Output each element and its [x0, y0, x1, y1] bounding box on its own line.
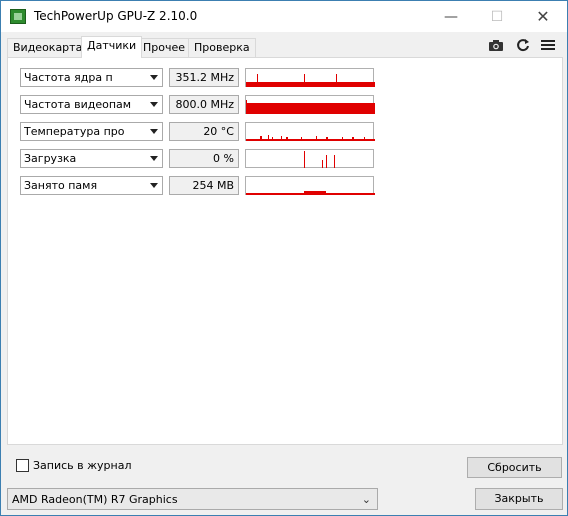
tab-graphics-card[interactable]: Видеокарта [7, 38, 89, 57]
sensor-graph [245, 122, 375, 141]
reset-button[interactable]: Сбросить [467, 457, 562, 478]
title-bar: TechPowerUp GPU-Z 2.10.0 — ☐ ✕ [1, 1, 567, 32]
log-to-file-label: Запись в журнал [33, 459, 132, 472]
sensor-label: Частота видеопам [24, 98, 132, 111]
maximize-button[interactable]: ☐ [474, 1, 520, 32]
gpuz-window: TechPowerUp GPU-Z 2.10.0 — ☐ ✕ Видеокарт… [0, 0, 568, 516]
sensor-select-core-clock[interactable]: Частота ядра п [20, 68, 163, 87]
sensor-value: 351.2 MHz [169, 68, 239, 87]
minimize-icon: — [444, 8, 458, 25]
sensor-value: 800.0 MHz [169, 95, 239, 114]
dropdown-arrow-icon [150, 129, 158, 134]
sensor-graph [245, 176, 375, 195]
sensor-label: Частота ядра п [24, 71, 113, 84]
sensor-value: 0 % [169, 149, 239, 168]
close-icon: ✕ [536, 7, 550, 26]
window-title: TechPowerUp GPU-Z 2.10.0 [34, 9, 198, 23]
sensor-row-gpu-temperature: Температура про 20 °C [20, 122, 375, 141]
tab-strip: Видеокарта Датчики Прочее Проверка [7, 36, 563, 58]
maximize-icon: ☐ [490, 8, 504, 25]
refresh-icon[interactable] [514, 37, 532, 53]
dropdown-arrow-icon [150, 75, 158, 80]
sensor-select-memory-used[interactable]: Занято памя [20, 176, 163, 195]
chevron-down-icon: ⌄ [361, 493, 371, 506]
sensor-value: 254 MB [169, 176, 239, 195]
tab-advanced[interactable]: Прочее [137, 38, 192, 57]
dropdown-arrow-icon [150, 102, 158, 107]
sensor-label: Загрузка [24, 152, 77, 165]
close-button[interactable]: Закрыть [475, 488, 563, 510]
gpuz-app-icon [10, 9, 26, 24]
sensor-graph-svg [304, 151, 335, 168]
sensor-label: Занято памя [24, 179, 98, 192]
camera-icon[interactable] [487, 37, 505, 53]
gpu-select-value: AMD Radeon(TM) R7 Graphics [12, 493, 178, 506]
sensor-graph [245, 149, 374, 168]
sensor-value: 20 °C [169, 122, 239, 141]
sensor-graph-svg [246, 74, 375, 87]
hamburger-menu-icon[interactable] [539, 37, 557, 53]
minimize-button[interactable]: — [428, 1, 474, 32]
sensor-graph-svg [246, 191, 375, 195]
sensor-select-gpu-load[interactable]: Загрузка [20, 149, 163, 168]
sensors-panel: Частота ядра п 351.2 MHz Частота видеопа… [7, 57, 563, 445]
dropdown-arrow-icon [150, 156, 158, 161]
sensor-select-gpu-temperature[interactable]: Температура про [20, 122, 163, 141]
sensor-graph-svg [246, 100, 375, 114]
sensor-select-memory-clock[interactable]: Частота видеопам [20, 95, 163, 114]
sensor-row-core-clock: Частота ядра п 351.2 MHz [20, 68, 375, 87]
sensor-label: Температура про [24, 125, 125, 138]
sensor-row-memory-used: Занято памя 254 MB [20, 176, 375, 195]
sensor-graph [245, 68, 375, 87]
dropdown-arrow-icon [150, 183, 158, 188]
log-to-file-checkbox[interactable] [16, 459, 29, 472]
tab-sensors[interactable]: Датчики [81, 36, 143, 58]
sensor-graph-svg [246, 135, 375, 141]
sensor-graph [245, 95, 375, 114]
sensor-row-memory-clock: Частота видеопам 800.0 MHz [20, 95, 375, 114]
close-window-button[interactable]: ✕ [520, 1, 566, 32]
gpu-select[interactable]: AMD Radeon(TM) R7 Graphics ⌄ [7, 488, 378, 510]
tab-validation[interactable]: Проверка [188, 38, 256, 57]
sensor-row-gpu-load: Загрузка 0 % [20, 149, 374, 168]
